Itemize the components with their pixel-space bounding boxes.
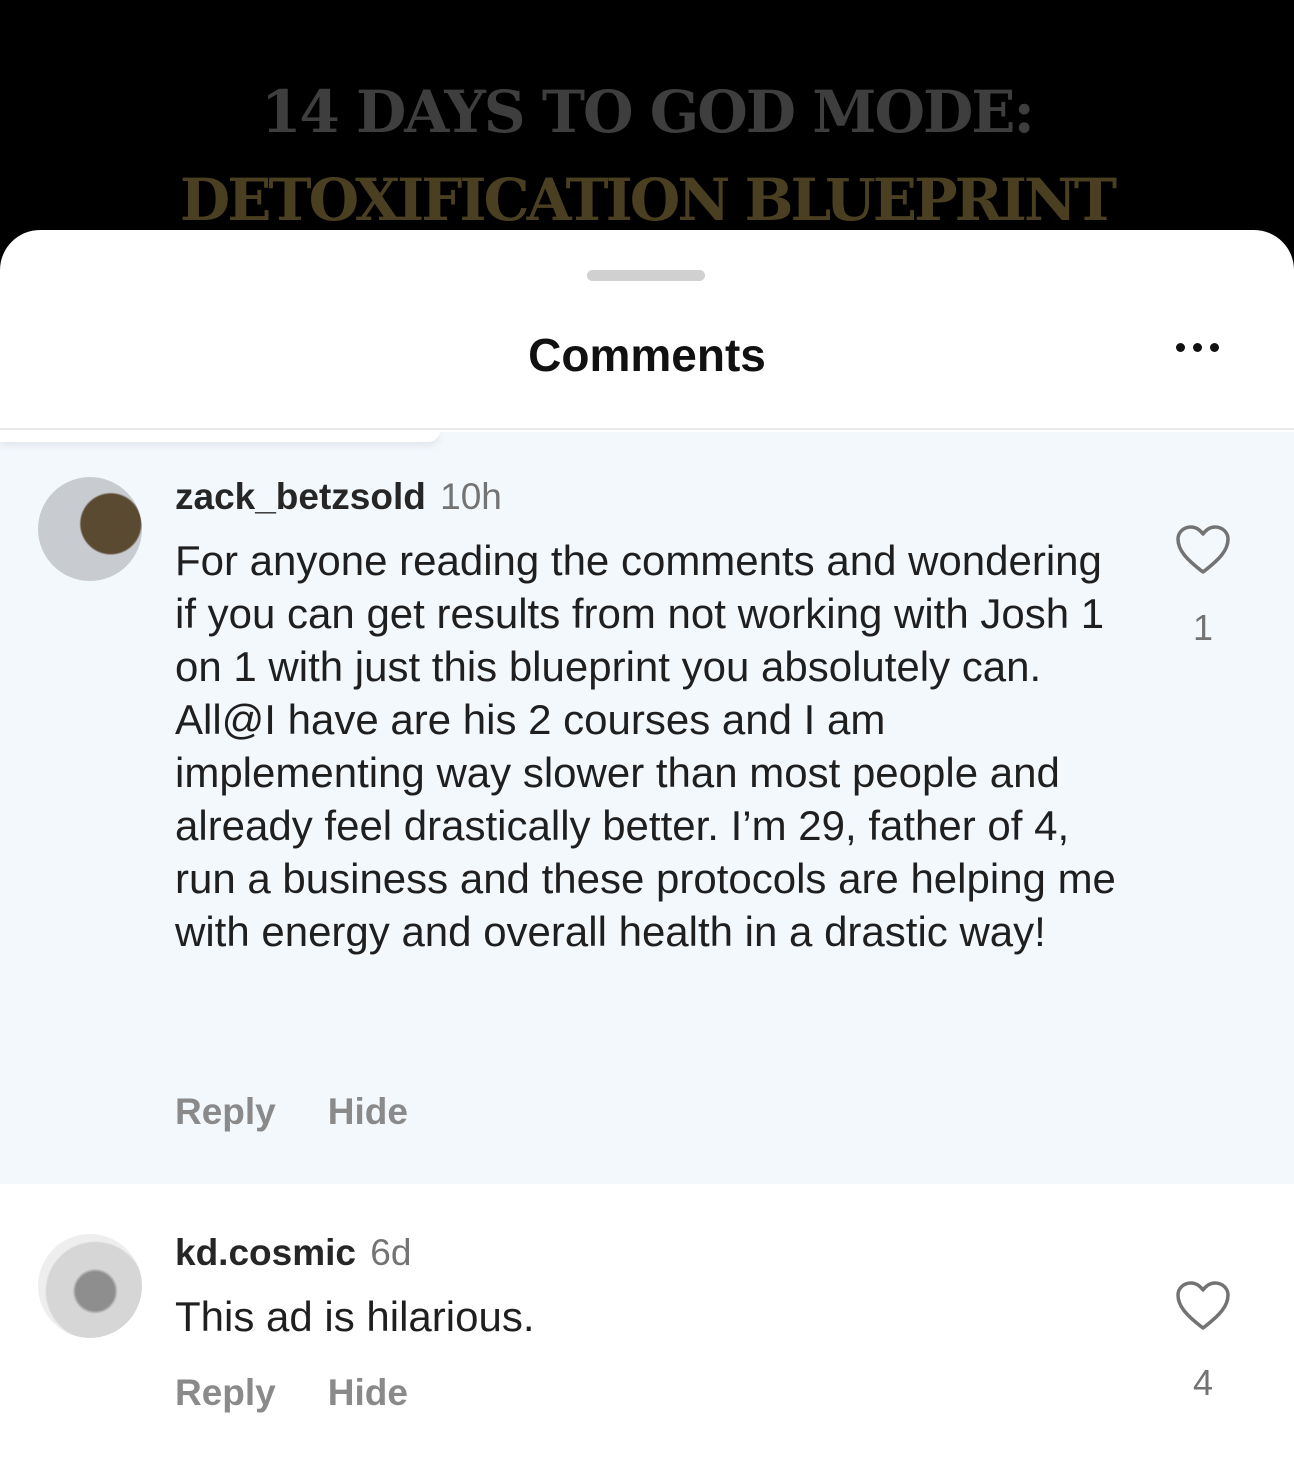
comment-timestamp: 6d bbox=[370, 1232, 412, 1273]
comment-meta: zack_betzsold 10h bbox=[175, 476, 502, 518]
comment-actions: Reply Hide bbox=[175, 1091, 408, 1133]
comment-text: This ad is hilarious. bbox=[175, 1293, 535, 1340]
avatar[interactable] bbox=[38, 1234, 142, 1338]
like-count: 1 bbox=[1192, 607, 1214, 648]
more-options-icon[interactable] bbox=[1176, 343, 1219, 352]
hide-button[interactable]: Hide bbox=[328, 1372, 408, 1413]
sheet-grabber-handle[interactable] bbox=[587, 270, 705, 281]
ad-title-line2: DETOXIFICATION BLUEPRINT bbox=[179, 166, 1117, 234]
ad-title-line1: 14 DAYS TO GOD MODE: bbox=[261, 78, 1035, 146]
avatar[interactable] bbox=[38, 477, 142, 581]
hide-button[interactable]: Hide bbox=[328, 1091, 408, 1132]
like-heart-icon[interactable] bbox=[1174, 1280, 1232, 1332]
comment-username[interactable]: zack_betzsold bbox=[175, 476, 426, 517]
comment-meta: kd.cosmic 6d bbox=[175, 1232, 411, 1274]
comment-item: zack_betzsold 10h For anyone reading the… bbox=[0, 432, 1294, 1184]
reply-button[interactable]: Reply bbox=[175, 1091, 276, 1132]
comment-item: kd.cosmic 6d This ad is hilarious. Reply… bbox=[0, 1184, 1294, 1462]
like-count: 4 bbox=[1192, 1362, 1214, 1403]
comments-sheet: Comments zack_betzsold 10h For anyone re… bbox=[0, 230, 1294, 1462]
header-shadow bbox=[0, 430, 440, 442]
comment-actions: Reply Hide bbox=[175, 1372, 408, 1414]
reply-button[interactable]: Reply bbox=[175, 1372, 276, 1413]
comment-timestamp: 10h bbox=[440, 476, 502, 517]
ad-banner: 14 DAYS TO GOD MODE: DETOXIFICATION BLUE… bbox=[0, 0, 1294, 260]
like-heart-icon[interactable] bbox=[1174, 524, 1232, 576]
comment-username[interactable]: kd.cosmic bbox=[175, 1232, 356, 1273]
comment-text: For anyone reading the comments and wond… bbox=[175, 537, 1116, 955]
sheet-title: Comments bbox=[528, 329, 766, 381]
